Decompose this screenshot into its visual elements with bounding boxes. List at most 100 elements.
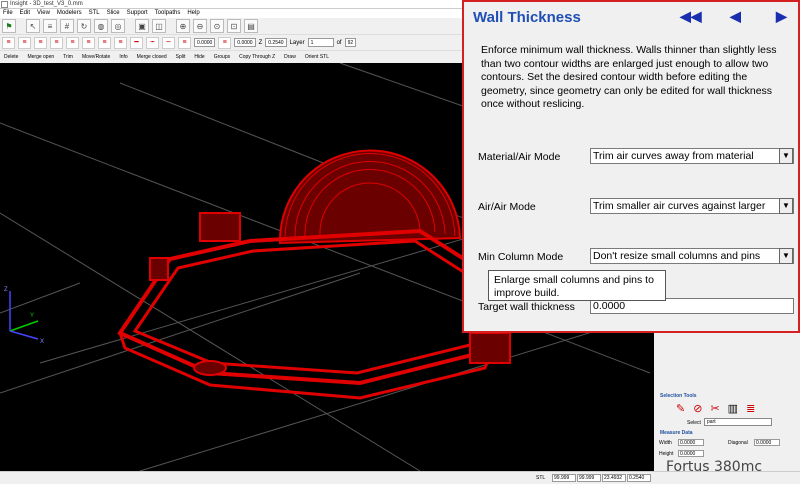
merge-open-button[interactable]: Merge open xyxy=(27,54,54,60)
chevron-down-icon[interactable]: ▼ xyxy=(779,248,793,264)
width-icon[interactable]: ≡ xyxy=(178,36,191,49)
dialog-title: Wall Thickness xyxy=(473,9,581,26)
min-column-dropdown[interactable]: Don't resize small columns and pins ▼ xyxy=(590,248,794,264)
z-axis-label: Z xyxy=(4,287,8,293)
air-air-dropdown[interactable]: Trim smaller air curves against larger ▼ xyxy=(590,198,794,214)
chevron-down-icon[interactable]: ▼ xyxy=(779,148,793,164)
split-button[interactable]: Split xyxy=(176,54,186,60)
status-stl-label: STL xyxy=(536,475,546,481)
menu-modelers[interactable]: Modelers xyxy=(57,9,82,18)
menu-toolpaths[interactable]: Toolpaths xyxy=(155,9,181,18)
select-label: Select xyxy=(687,420,701,426)
line-dot-icon[interactable]: ┉ xyxy=(162,36,175,49)
globe-icon[interactable]: ◍ xyxy=(94,19,108,33)
layer-field[interactable]: 1 xyxy=(307,38,334,47)
groups-button[interactable]: Groups xyxy=(214,54,230,60)
material-air-label: Material/Air Mode xyxy=(478,151,561,163)
diagonal-label: Diagonal xyxy=(728,440,748,446)
save-icon[interactable]: ▣ xyxy=(135,19,149,33)
window-title: Insight - 3D_test_V3_0.mm xyxy=(10,1,83,7)
align-left-icon[interactable]: ≡ xyxy=(2,36,15,49)
trim-button[interactable]: Trim xyxy=(63,54,73,60)
layer-up-icon[interactable]: ≡ xyxy=(82,36,95,49)
menu-stl[interactable]: STL xyxy=(89,9,100,18)
height-field[interactable]: 0.0000 xyxy=(234,38,256,47)
line-dash-icon[interactable]: ┅ xyxy=(146,36,159,49)
width-label: Width xyxy=(659,440,672,446)
next-page-icon[interactable]: ▶ xyxy=(776,8,787,25)
z-field[interactable]: 0.2540 xyxy=(265,38,287,47)
tooltip: Enlarge small columns and pins to improv… xyxy=(488,270,666,301)
menu-help[interactable]: Help xyxy=(187,9,199,18)
width-value: 0.0000 xyxy=(678,439,704,446)
line-thick-icon[interactable]: ━ xyxy=(130,36,143,49)
material-air-value: Trim air curves away from material xyxy=(593,150,754,162)
diagonal-value: 0.0000 xyxy=(754,439,780,446)
y-axis-label: Y xyxy=(30,313,34,319)
prev-page-icon[interactable]: ◀ xyxy=(730,8,741,25)
grid-icon[interactable]: # xyxy=(60,19,74,33)
delete-button[interactable]: Delete xyxy=(4,54,18,60)
menu-slice[interactable]: Slice xyxy=(107,9,120,18)
target-thickness-label: Target wall thickness xyxy=(478,301,575,313)
x-axis-label: X xyxy=(40,339,44,345)
orient-stl-button[interactable]: Orient STL xyxy=(305,54,329,60)
hide-button[interactable]: Hide xyxy=(194,54,204,60)
chevron-down-icon[interactable]: ▼ xyxy=(779,198,793,214)
rotate-icon[interactable]: ↻ xyxy=(77,19,91,33)
zoom-window-icon[interactable]: ⊡ xyxy=(227,19,241,33)
part-model xyxy=(117,149,512,400)
align-center-icon[interactable]: ≡ xyxy=(18,36,31,49)
menu-view[interactable]: View xyxy=(37,9,50,18)
draw-button[interactable]: Draw xyxy=(284,54,296,60)
layer-count-field: 92 xyxy=(344,38,357,47)
height-label: Height xyxy=(659,451,674,457)
status-x: 99.999 xyxy=(552,474,576,482)
dialog-description: Enforce minimum wall thickness. Walls th… xyxy=(481,44,777,110)
merge-closed-button[interactable]: Merge closed xyxy=(137,54,167,60)
height-icon[interactable]: ≡ xyxy=(218,36,232,49)
move-rotate-button[interactable]: Move/Rotate xyxy=(82,54,110,60)
menu-edit[interactable]: Edit xyxy=(20,9,30,18)
view-icon[interactable]: ▤ xyxy=(244,19,258,33)
info-button[interactable]: Info xyxy=(119,54,127,60)
align-right-icon[interactable]: ≡ xyxy=(34,36,47,49)
select-mode-dropdown[interactable]: part xyxy=(704,418,772,426)
zoom-in-icon[interactable]: ⊕ xyxy=(176,19,190,33)
air-air-value: Trim smaller air curves against larger xyxy=(593,200,766,212)
list-icon[interactable]: ≣ xyxy=(746,402,755,415)
box-select-icon[interactable]: ▥ xyxy=(728,402,738,415)
align-icon[interactable]: ≡ xyxy=(43,19,57,33)
zoom-out-icon[interactable]: ⊖ xyxy=(193,19,207,33)
status-y: 99.999 xyxy=(577,474,601,482)
measure-data-title: Measure Data xyxy=(660,430,693,436)
no-select-icon[interactable]: ⊘ xyxy=(693,402,702,415)
layers-icon[interactable]: ◫ xyxy=(152,19,166,33)
material-air-dropdown[interactable]: Trim air curves away from material ▼ xyxy=(590,148,794,164)
air-air-label: Air/Air Mode xyxy=(478,201,536,213)
min-column-label: Min Column Mode xyxy=(478,251,564,263)
target-icon[interactable]: ◎ xyxy=(111,19,125,33)
scissors-icon[interactable]: ✂ xyxy=(710,402,719,415)
z-label: Z xyxy=(258,39,263,46)
lines-icon[interactable]: ≡ xyxy=(114,36,127,49)
layer-down-icon[interactable]: ≡ xyxy=(98,36,111,49)
selection-tool-icons: ✎ ⊘ ✂ ▥ ≣ xyxy=(676,402,755,415)
status-layer: 0.2540 xyxy=(627,474,651,482)
select-tool-icon[interactable]: ↖ xyxy=(26,19,40,33)
printer-model: Fortus 380mc xyxy=(666,459,763,475)
copy-through-z-button[interactable]: Copy Through Z xyxy=(239,54,275,60)
width-field[interactable]: 0.0000 xyxy=(194,38,216,47)
first-page-icon[interactable]: ◀◀ xyxy=(680,8,702,25)
zoom-fit-icon[interactable]: ⊙ xyxy=(210,19,224,33)
menu-support[interactable]: Support xyxy=(127,9,148,18)
indent-icon[interactable]: ≡ xyxy=(50,36,63,49)
height-value: 0.0000 xyxy=(678,450,704,457)
layer-label: Layer xyxy=(289,39,305,46)
outdent-icon[interactable]: ≡ xyxy=(66,36,79,49)
flag-icon[interactable]: ⚑ xyxy=(2,19,16,33)
menu-file[interactable]: File xyxy=(3,9,13,18)
pick-icon[interactable]: ✎ xyxy=(676,402,685,415)
selection-tools-panel: Selection Tools ✎ ⊘ ✂ ▥ ≣ Select part Me… xyxy=(654,390,800,460)
min-column-value: Don't resize small columns and pins xyxy=(593,250,761,262)
